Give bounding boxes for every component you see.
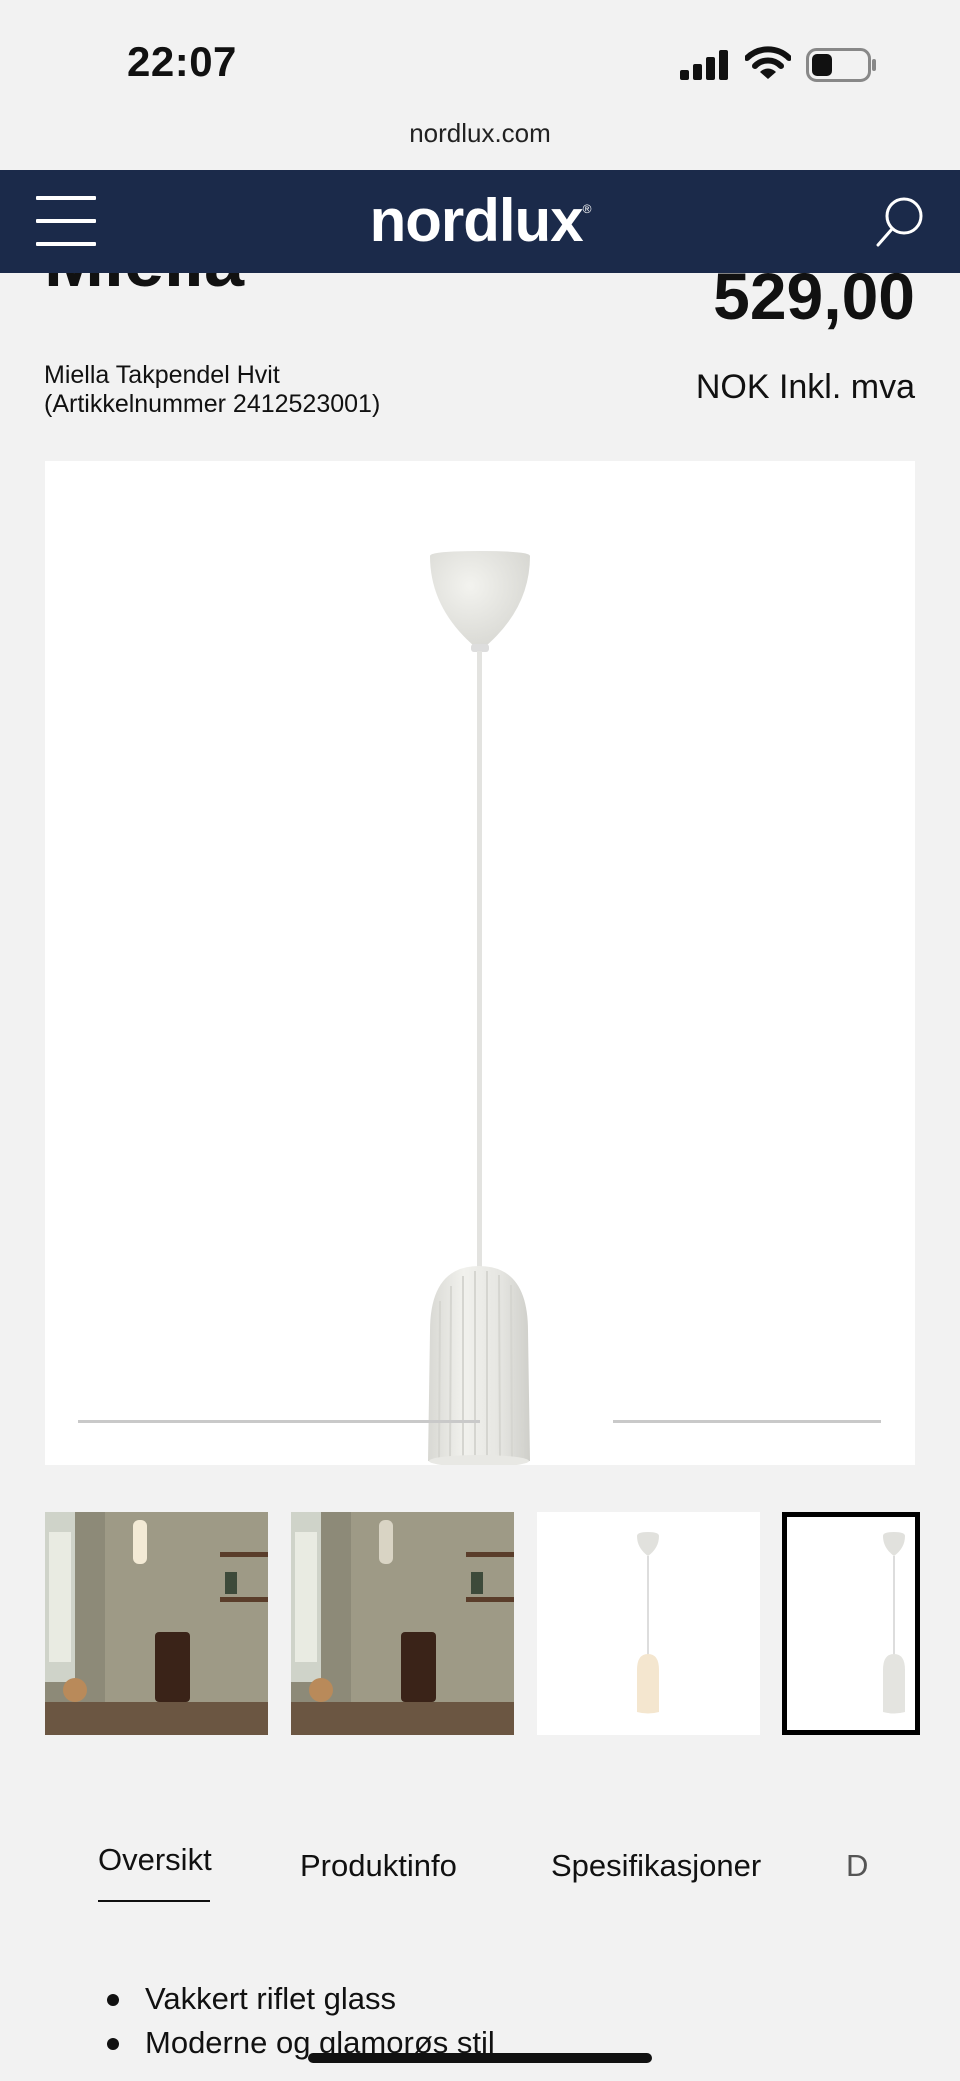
room-photo-icon	[45, 1512, 268, 1735]
tab-partial[interactable]: D	[846, 1848, 868, 1884]
search-icon[interactable]	[874, 194, 926, 250]
status-bar: 22:07	[0, 0, 960, 122]
brand-logo-text: nordlux	[369, 187, 584, 254]
pendant-lamp-image	[428, 551, 530, 1465]
tab-product-info[interactable]: Produktinfo	[300, 1848, 457, 1884]
product-photo-icon	[537, 1512, 760, 1735]
thumbnail-product-lit[interactable]	[537, 1512, 760, 1735]
thumbnail-product-selected[interactable]	[782, 1512, 920, 1735]
tab-overview[interactable]: Oversikt	[98, 1842, 212, 1878]
url-bar[interactable]: nordlux.com	[0, 118, 960, 149]
product-price: 529,00	[713, 259, 915, 333]
wifi-icon	[745, 46, 791, 79]
registered-mark: ®	[582, 202, 592, 216]
product-title: Miella	[44, 273, 244, 303]
gallery-progress-segment	[613, 1420, 881, 1423]
thumbnail-room-2[interactable]	[291, 1512, 514, 1735]
product-name: Miella Takpendel Hvit (Artikkelnummer 24…	[44, 361, 380, 419]
currency-note: NOK Inkl. mva	[695, 368, 915, 406]
battery-icon	[806, 48, 876, 82]
status-time: 22:07	[127, 38, 237, 85]
thumbnail-room-1[interactable]	[45, 1512, 268, 1735]
main-product-image[interactable]	[45, 461, 915, 1465]
article-number: (Artikkelnummer 2412523001)	[44, 390, 381, 418]
gallery-progress-segment	[78, 1420, 480, 1423]
product-name-line: Miella Takpendel Hvit	[44, 361, 280, 389]
feature-item: Vakkert riflet glass	[105, 1977, 495, 2021]
feature-list: Vakkert riflet glass Moderne og glamorøs…	[105, 1977, 495, 2065]
active-tab-indicator	[98, 1900, 210, 1902]
room-photo-icon	[291, 1512, 514, 1735]
home-indicator[interactable]	[308, 2053, 652, 2063]
tab-specifications[interactable]: Spesifikasjoner	[551, 1848, 761, 1884]
brand-logo[interactable]: nordlux®	[0, 186, 960, 255]
product-photo-icon	[787, 1517, 915, 1730]
signal-icon	[680, 50, 728, 80]
